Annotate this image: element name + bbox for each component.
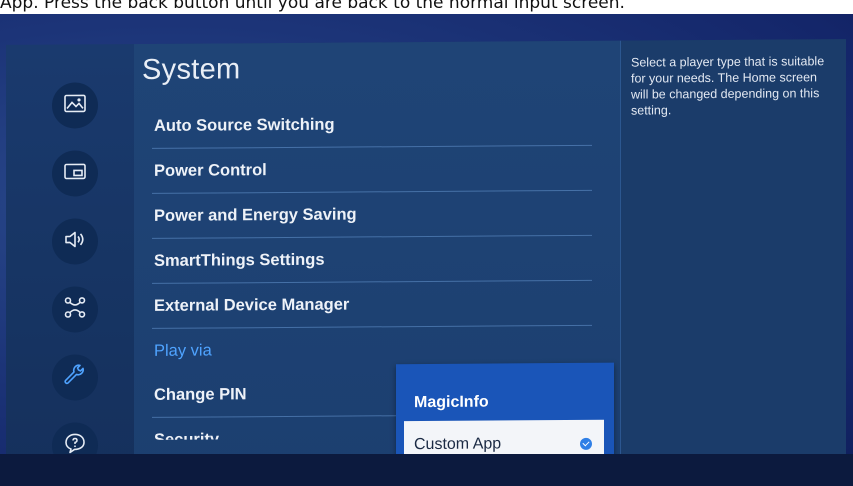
connection-icon (63, 295, 87, 324)
help-text: Select a player type that is suitable fo… (631, 54, 825, 118)
menu-item-external-device-manager[interactable]: External Device Manager (152, 280, 592, 329)
sound-icon (63, 227, 87, 256)
tv-bezel (0, 454, 853, 486)
caption-text: App. Press the back button until you are… (0, 0, 625, 13)
option-custom-app-label: Custom App (414, 434, 502, 453)
sound-category-button[interactable] (52, 218, 98, 265)
option-magicinfo[interactable]: MagicInfo (414, 394, 489, 413)
connection-category-button[interactable] (52, 286, 98, 333)
help-panel: Select a player type that is suitable fo… (620, 39, 846, 479)
screen-icon (63, 159, 87, 188)
checkmark-icon (580, 437, 592, 450)
menu-item-power-control[interactable]: Power Control (152, 145, 592, 194)
menu-item-smartthings-settings[interactable]: SmartThings Settings (152, 235, 592, 284)
picture-icon (63, 91, 87, 120)
picture-category-button[interactable] (52, 82, 98, 129)
settings-category-rail (36, 68, 126, 483)
page-title: System (142, 53, 241, 86)
system-category-button[interactable] (52, 354, 98, 401)
screen-category-button[interactable] (52, 150, 98, 197)
menu-item-power-energy-saving[interactable]: Power and Energy Saving (152, 190, 592, 239)
wrench-icon (63, 363, 87, 392)
menu-item-auto-source-switching[interactable]: Auto Source Switching (152, 100, 592, 149)
tv-screen: System Auto Source Switching Power Contr… (6, 39, 846, 483)
tv-photo: System Auto Source Switching Power Contr… (0, 14, 853, 486)
